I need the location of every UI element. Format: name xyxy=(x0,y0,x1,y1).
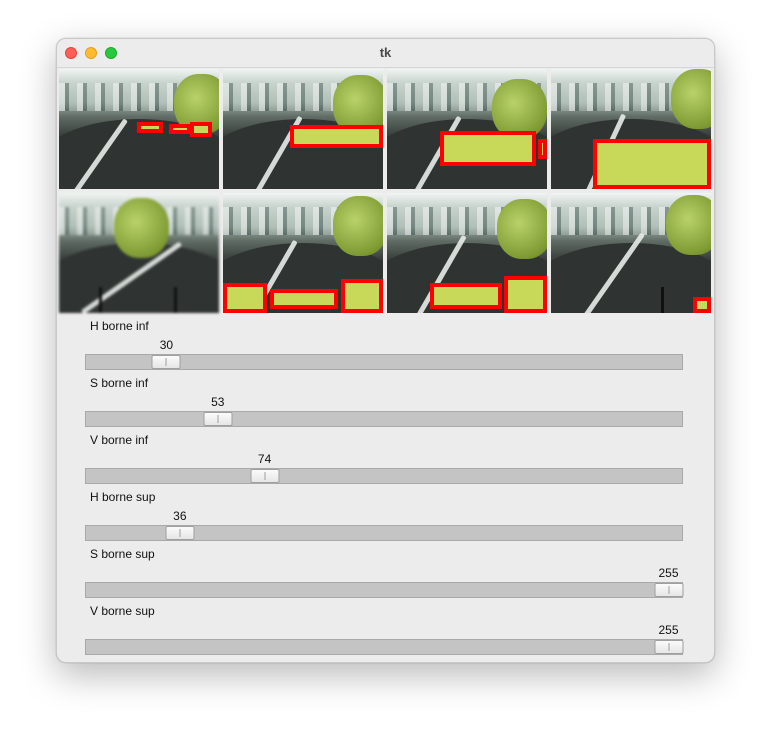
tk-window: tk H borne inf 30 S borne inf 53 V borne… xyxy=(56,38,715,663)
detection-box xyxy=(504,276,547,313)
detection-box xyxy=(430,283,502,309)
v-borne-inf-value: 74 xyxy=(257,452,272,466)
h-borne-inf-label: H borne inf xyxy=(90,319,149,333)
s-borne-sup-scale: S borne sup 255 xyxy=(57,547,714,604)
detection-box xyxy=(190,122,212,137)
camera-frame-8 xyxy=(551,193,711,313)
camera-frame-6 xyxy=(223,193,383,313)
camera-frame-5 xyxy=(59,193,219,313)
s-borne-inf-value: 53 xyxy=(211,395,225,409)
v-borne-inf-label: V borne inf xyxy=(90,433,149,447)
detection-box xyxy=(223,283,267,313)
camera-frame-1 xyxy=(59,69,219,189)
camera-frame-4 xyxy=(551,69,711,189)
h-borne-sup-scale: H borne sup 36 xyxy=(57,490,714,547)
v-borne-sup-thumb[interactable] xyxy=(654,640,683,654)
h-borne-sup-label: H borne sup xyxy=(90,490,156,504)
detection-box xyxy=(440,131,536,166)
s-borne-sup-value: 255 xyxy=(658,566,679,580)
h-borne-inf-thumb[interactable] xyxy=(151,355,181,369)
h-borne-inf-value: 30 xyxy=(159,338,174,352)
v-borne-inf-scale: V borne inf 74 xyxy=(57,433,714,490)
detection-box xyxy=(290,125,383,148)
s-borne-sup-label: S borne sup xyxy=(90,547,155,561)
detection-box xyxy=(137,122,163,133)
v-borne-sup-trough[interactable] xyxy=(85,639,683,655)
s-borne-inf-label: S borne inf xyxy=(90,376,149,390)
camera-frame-grid xyxy=(58,68,714,313)
window-title: tk xyxy=(379,45,392,60)
camera-frame-7 xyxy=(387,193,547,313)
camera-frame-3 xyxy=(387,69,547,189)
h-borne-inf-scale: H borne inf 30 xyxy=(57,319,714,376)
v-borne-sup-label: V borne sup xyxy=(90,604,155,618)
s-borne-sup-thumb[interactable] xyxy=(654,583,683,597)
s-borne-sup-trough[interactable] xyxy=(85,582,683,598)
h-borne-sup-thumb[interactable] xyxy=(165,526,195,540)
detection-box xyxy=(341,279,383,313)
v-borne-inf-thumb[interactable] xyxy=(250,469,280,483)
v-borne-sup-value: 255 xyxy=(658,623,679,637)
h-borne-sup-value: 36 xyxy=(173,509,187,523)
detection-box xyxy=(593,139,711,189)
detection-box xyxy=(270,289,338,309)
s-borne-inf-trough[interactable] xyxy=(85,411,683,427)
s-borne-inf-thumb[interactable] xyxy=(203,412,233,426)
v-borne-inf-trough[interactable] xyxy=(85,468,683,484)
title-bar: tk xyxy=(57,39,714,68)
detection-box xyxy=(169,124,191,134)
detection-box xyxy=(693,297,711,313)
detection-box xyxy=(538,139,547,159)
camera-frame-2 xyxy=(223,69,383,189)
s-borne-inf-scale: S borne inf 53 xyxy=(57,376,714,433)
v-borne-sup-scale: V borne sup 255 xyxy=(57,604,714,661)
